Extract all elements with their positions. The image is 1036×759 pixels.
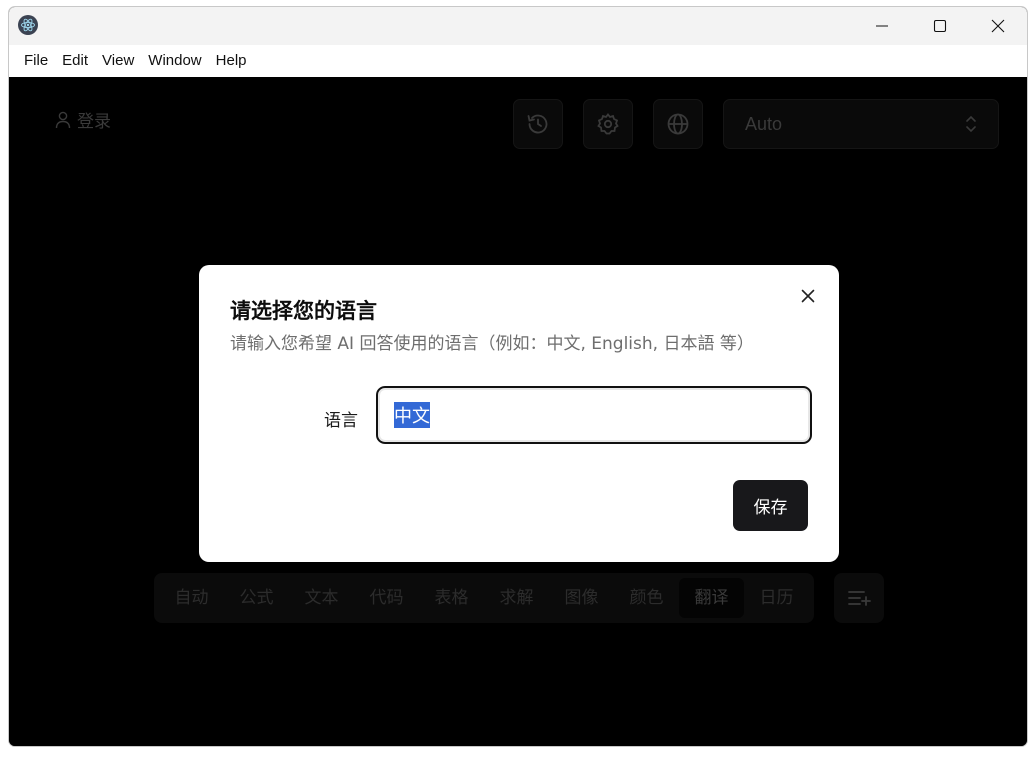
history-icon (527, 114, 548, 134)
electron-atom-icon (18, 15, 38, 35)
menu-file[interactable]: File (17, 49, 55, 73)
window-controls (853, 7, 1027, 45)
add-list-button[interactable] (834, 573, 884, 623)
close-icon (991, 19, 1005, 33)
user-icon (55, 111, 71, 128)
maximize-icon (933, 19, 947, 33)
list-add-icon (848, 591, 871, 606)
mode-tab[interactable]: 文本 (289, 578, 354, 618)
model-select-value: Auto (745, 113, 783, 134)
menu-edit[interactable]: Edit (55, 49, 95, 73)
menu-help[interactable]: Help (209, 49, 254, 73)
mode-tab[interactable]: 颜色 (614, 578, 679, 618)
menu-view[interactable]: View (95, 49, 141, 73)
mode-tab[interactable]: 图像 (549, 578, 614, 618)
dialog-title: 请选择您的语言 (230, 299, 377, 323)
language-input[interactable] (376, 386, 812, 444)
dialog-close-button[interactable] (797, 285, 819, 307)
dialog-description: 请输入您希望 AI 回答使用的语言（例如：中文, English, 日本語 等） (230, 334, 754, 354)
mode-tab[interactable]: 翻译 (679, 578, 744, 618)
mode-tabs: 自动 公式 文本 代码 表格 求解 图像 颜色 翻译 日历 (154, 573, 814, 623)
model-select[interactable]: Auto (723, 99, 999, 149)
mode-tab[interactable]: 代码 (354, 578, 419, 618)
chevron-up-down-icon (966, 115, 976, 133)
menu-window[interactable]: Window (141, 49, 208, 73)
language-button[interactable] (653, 99, 703, 149)
menu-bar: File Edit View Window Help (9, 45, 1027, 77)
history-button[interactable] (513, 99, 563, 149)
gear-icon (597, 113, 619, 135)
login-button[interactable]: 登录 (55, 107, 111, 132)
mode-tab[interactable]: 自动 (159, 578, 224, 618)
login-label: 登录 (77, 112, 111, 132)
language-dialog: 请选择您的语言 请输入您希望 AI 回答使用的语言（例如：中文, English… (199, 265, 839, 562)
mode-tab[interactable]: 求解 (484, 578, 549, 618)
title-bar (9, 7, 1027, 45)
main-content: 登录 Auto 自动 公式 文本 代码 表格 求解 图像 颜色 翻译 日历 请选择您的语言 请输入… (9, 77, 1027, 746)
maximize-button[interactable] (911, 7, 969, 45)
close-window-button[interactable] (969, 7, 1027, 45)
language-field-label: 语言 (324, 411, 358, 431)
minimize-button[interactable] (853, 7, 911, 45)
mode-tab[interactable]: 表格 (419, 578, 484, 618)
minimize-icon (876, 25, 888, 27)
save-button[interactable]: 保存 (733, 480, 808, 531)
settings-button[interactable] (583, 99, 633, 149)
globe-icon (667, 113, 689, 135)
app-window: File Edit View Window Help 登录 Auto 自动 公式文… (8, 6, 1028, 747)
mode-tab[interactable]: 公式 (224, 578, 289, 618)
close-icon (801, 289, 815, 303)
mode-tab[interactable]: 日历 (744, 578, 809, 618)
